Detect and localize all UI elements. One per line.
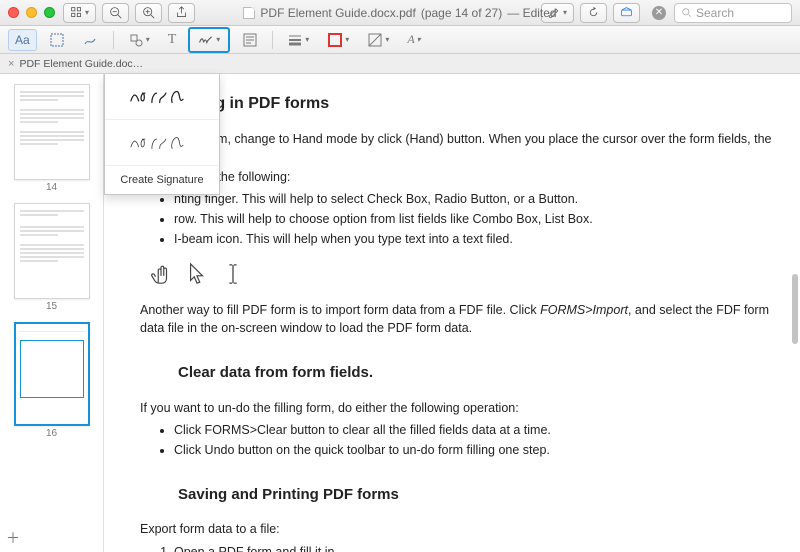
markup-toolbar: Aa ▾ T ▾ ▾ ▾ ▾ A▾: [0, 26, 800, 54]
heading-saving-printing: Saving and Printing PDF forms: [178, 484, 774, 507]
search-icon: [681, 7, 692, 18]
cursor-examples: [150, 261, 774, 287]
handwriting-icon: [127, 130, 197, 156]
signature-option-2[interactable]: [105, 120, 219, 166]
create-signature-button[interactable]: Create Signature: [105, 166, 219, 194]
title-filename: PDF Element Guide.docx.pdf: [260, 6, 415, 20]
share-button[interactable]: [168, 3, 195, 23]
thumbnail-sidebar[interactable]: 14 15 16 ＋: [0, 74, 104, 552]
zoom-out-button[interactable]: [102, 3, 129, 23]
search-input[interactable]: Search: [674, 3, 792, 23]
para-2a: Another way to fill PDF form is to impor…: [140, 303, 540, 317]
rotate-button[interactable]: [580, 3, 607, 23]
heading-clear-data: Clear data from form fields.: [178, 362, 774, 385]
fill-color-tool[interactable]: ▾: [361, 29, 395, 51]
signature-popover: Create Signature: [104, 74, 220, 195]
bullet-arrow: row. This will help to choose option fro…: [174, 210, 774, 229]
main-area: 14 15 16 ＋ Create Signature Fill: [0, 74, 800, 552]
title-page-indicator: (page 14 of 27): [421, 6, 502, 20]
view-mode-dropdown[interactable]: ▾: [63, 3, 96, 23]
hand-cursor-icon: [150, 261, 172, 287]
signature-tool[interactable]: ▾: [192, 29, 226, 51]
titlebar: ▾ PDF Element Guide.docx.pdf (page 14 of…: [0, 0, 800, 26]
tab-label: PDF Element Guide.doc…: [19, 58, 143, 70]
add-page-button[interactable]: ＋: [6, 528, 20, 548]
signature-tool-highlight: ▾: [188, 27, 230, 53]
text-select-tool[interactable]: Aa: [8, 29, 37, 51]
sketch-tool[interactable]: [77, 29, 105, 51]
close-tab-icon[interactable]: ×: [8, 58, 14, 70]
para-2b: FORMS>Import: [540, 303, 628, 317]
border-color-tool[interactable]: ▾: [321, 29, 355, 51]
content-scrollbar[interactable]: [792, 274, 798, 344]
document-icon: [243, 7, 255, 19]
create-signature-label: Create Signature: [120, 174, 203, 186]
bullet-undo: Click Undo button on the quick toolbar t…: [174, 441, 774, 460]
para-4: Export form data to a file:: [140, 520, 774, 539]
line-style-tool[interactable]: ▾: [281, 29, 315, 51]
zoom-window-button[interactable]: [44, 7, 55, 18]
zoom-in-button[interactable]: [135, 3, 162, 23]
search-placeholder: Search: [696, 6, 734, 20]
handwriting-icon: [127, 84, 197, 110]
page-number-16: 16: [0, 428, 103, 439]
window-controls: [8, 7, 55, 18]
note-tool[interactable]: [236, 29, 264, 51]
document-tab[interactable]: × PDF Element Guide.doc…: [4, 57, 151, 71]
page-thumbnail-15[interactable]: [14, 203, 90, 299]
font-style-tool[interactable]: A▾: [401, 29, 426, 51]
bullet-ibeam: I-beam icon. This will help when you typ…: [174, 230, 774, 249]
tab-strip: × PDF Element Guide.doc…: [0, 54, 800, 74]
markup-button[interactable]: ▾: [541, 3, 574, 23]
arrow-cursor-icon: [186, 261, 208, 287]
markup-toolbar-button[interactable]: [613, 3, 640, 23]
page-thumbnail-14[interactable]: [14, 84, 90, 180]
page-thumbnail-16[interactable]: [14, 322, 90, 426]
ibeam-cursor-icon: [222, 261, 244, 287]
bullet-clear: Click FORMS>Clear button to clear all th…: [174, 421, 774, 440]
page-number-15: 15: [0, 301, 103, 312]
shapes-tool[interactable]: ▾: [122, 29, 156, 51]
para-1a: PDF form, change to Hand mode by click (…: [174, 132, 772, 165]
rectangular-select-tool[interactable]: [43, 29, 71, 51]
bullet-pointing-finger: nting finger. This will help to select C…: [174, 190, 774, 209]
minimize-window-button[interactable]: [26, 7, 37, 18]
step-1: Open a PDF form and fill it in.: [174, 543, 774, 552]
signature-option-1[interactable]: [105, 74, 219, 120]
para-3: If you want to un-do the filling form, d…: [140, 399, 774, 418]
heading-filling-forms: Filling in PDF forms: [178, 92, 774, 116]
dismiss-search-button[interactable]: ✕: [652, 6, 666, 20]
text-tool[interactable]: T: [162, 29, 183, 51]
close-window-button[interactable]: [8, 7, 19, 18]
page-number-14: 14: [0, 182, 103, 193]
